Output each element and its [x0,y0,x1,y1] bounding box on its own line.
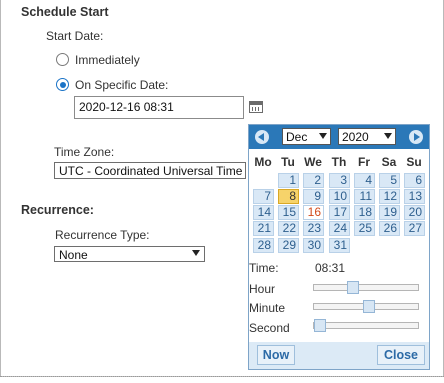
weekday-header: Fr [358,155,370,169]
specific-date-label[interactable]: On Specific Date: [75,78,168,92]
year-value: 2020 [342,130,369,144]
close-button[interactable]: Close [377,345,425,365]
second-label: Second [249,321,290,335]
hour-slider[interactable] [313,281,419,294]
day-cell[interactable]: 10 [329,189,350,204]
recurrence-type-value: None [59,248,88,262]
day-cell[interactable]: 5 [379,173,400,188]
recurrence-type-select[interactable]: None [54,246,205,262]
calendar-footer: Now Close [249,342,429,369]
day-cell[interactable]: 8 [278,189,299,204]
timezone-label: Time Zone: [54,145,115,159]
calendar-header: Dec 2020 [249,125,429,149]
year-select[interactable]: 2020 [338,128,396,145]
immediately-radio[interactable] [56,53,69,66]
day-cell[interactable]: 6 [404,173,425,188]
timezone-value: UTC - Coordinated Universal Time [59,164,243,178]
day-cell[interactable]: 12 [379,189,400,204]
date-input[interactable]: 2020-12-16 08:31 [74,96,244,119]
day-cell[interactable]: 28 [253,238,274,253]
day-cell[interactable]: 15 [278,205,299,220]
day-cell[interactable]: 31 [329,238,350,253]
day-cell[interactable]: 24 [329,221,350,236]
now-button[interactable]: Now [257,345,295,365]
weekday-header: Sa [381,155,397,169]
day-cell[interactable]: 4 [354,173,375,188]
calendar-icon[interactable] [249,101,263,113]
day-cell[interactable]: 18 [354,205,375,220]
day-cell[interactable]: 23 [303,221,324,236]
day-cell[interactable]: 7 [253,189,274,204]
day-cell[interactable]: 22 [278,221,299,236]
day-cell[interactable]: 20 [404,205,425,220]
day-cell[interactable]: 14 [253,205,274,220]
day-cell[interactable]: 16 [303,205,324,220]
schedule-start-title: Schedule Start [21,5,109,19]
weekday-header: Th [331,155,347,169]
chevron-down-icon [384,133,392,139]
minute-slider-thumb[interactable] [363,300,375,313]
timezone-select[interactable]: UTC - Coordinated Universal Time [54,162,246,179]
weekday-header: Tu [281,155,295,169]
time-value: 08:31 [315,261,346,275]
prev-month-button[interactable] [255,130,269,144]
weekday-header: Mo [254,155,272,169]
day-cell[interactable]: 25 [354,221,375,236]
time-label: Time: [249,261,279,275]
second-slider-thumb[interactable] [314,319,326,332]
recurrence-type-label: Recurrence Type: [55,228,150,242]
day-cell[interactable]: 30 [303,238,324,253]
immediately-label[interactable]: Immediately [75,53,140,67]
day-cell[interactable]: 1 [278,173,299,188]
minute-slider[interactable] [313,300,419,313]
specific-date-radio[interactable] [56,78,69,91]
day-cell[interactable]: 27 [404,221,425,236]
day-cell[interactable]: 19 [379,205,400,220]
day-cell[interactable]: 17 [329,205,350,220]
day-cell[interactable]: 9 [303,189,324,204]
next-month-button[interactable] [409,130,423,144]
day-cell[interactable]: 26 [379,221,400,236]
weekday-header: Su [406,155,422,169]
start-date-label: Start Date: [46,29,104,43]
day-cell[interactable]: 21 [253,221,274,236]
day-cell[interactable]: 11 [354,189,375,204]
day-cell[interactable]: 13 [404,189,425,204]
weekday-header: We [304,155,322,169]
chevron-down-icon [319,133,327,139]
date-picker-popup: Dec 2020 Mo Tu We Th Fr Sa Su 1234567891… [248,124,430,370]
day-cell[interactable]: 3 [329,173,350,188]
recurrence-title: Recurrence: [21,203,94,217]
hour-label: Hour [249,282,276,296]
month-select[interactable]: Dec [282,128,331,145]
day-cell[interactable]: 2 [303,173,324,188]
month-value: Dec [286,130,308,144]
minute-label: Minute [249,301,286,315]
day-cell[interactable]: 29 [278,238,299,253]
hour-slider-thumb[interactable] [347,281,359,294]
second-slider[interactable] [313,319,419,332]
chevron-down-icon [192,250,200,256]
